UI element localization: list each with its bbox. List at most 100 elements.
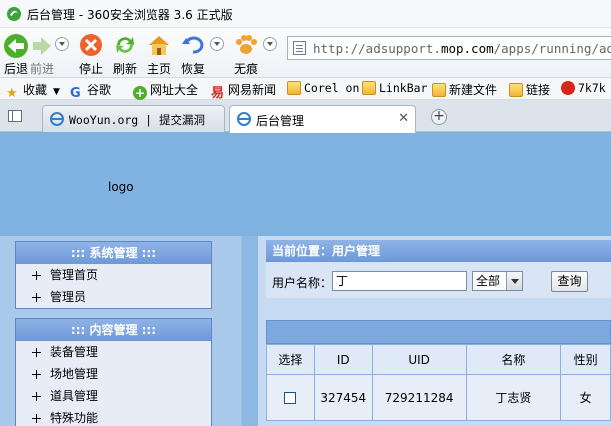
filter-select[interactable]: 全部	[472, 271, 523, 291]
menu-item-administrators[interactable]: 管理员	[16, 286, 211, 308]
page-content: logo ::: 系统管理 ::: 管理首页 管理员 ::: 内容管理 ::: …	[0, 133, 611, 426]
username-input[interactable]: 丁	[332, 271, 467, 291]
user-table: 选择 ID UID 名称 性别 327454 729211284 丁志贤 女	[266, 344, 611, 421]
search-button[interactable]: 查询	[551, 271, 588, 292]
table-header-row: 选择 ID UID 名称 性别	[266, 344, 611, 375]
forward-button[interactable]: 前进	[28, 30, 56, 76]
search-form: 用户名称： 丁 全部 查询	[266, 262, 611, 298]
restore-label: 恢复	[180, 62, 205, 76]
content-menu-panel: ::: 内容管理 ::: 装备管理 场地管理 道具管理 特殊功能	[15, 318, 212, 426]
tab-admin[interactable]: 后台管理 ✕	[229, 105, 416, 133]
restore-dropdown-icon[interactable]	[210, 37, 224, 51]
main-panel: 当前位置：用户管理 用户名称： 丁 全部 查询 选择 ID UID 名称 性别 …	[258, 236, 611, 426]
add-circle-icon: +	[133, 86, 147, 100]
folder-icon	[287, 81, 301, 95]
incognito-dropdown-icon[interactable]	[263, 37, 277, 51]
panel-title: ::: 系统管理 :::	[16, 242, 211, 264]
menu-item-venue[interactable]: 场地管理	[16, 363, 211, 385]
close-tab-icon[interactable]: ✕	[398, 112, 409, 126]
id-cell: 327454	[313, 374, 373, 421]
nav-toolbar: 后退 前进 停止 刷新 主页 恢复 无痕 http://adsupport.mo…	[0, 28, 611, 78]
refresh-icon	[116, 37, 134, 53]
home-icon	[149, 36, 169, 55]
tab-label: WooYun.org | 提交漏洞	[69, 113, 206, 127]
name-cell: 丁志贤	[465, 374, 562, 421]
google-icon: G	[70, 86, 81, 101]
menu-item-admin-home[interactable]: 管理首页	[16, 264, 211, 286]
stop-icon	[80, 34, 102, 56]
new-tab-icon[interactable]: +	[431, 109, 447, 125]
tab-label: 后台管理	[256, 114, 305, 128]
url-text: http://adsupport.mop.com/apps/running/ad…	[313, 41, 611, 56]
home-button[interactable]: 主页	[142, 30, 176, 76]
tab-bar: WooYun.org | 提交漏洞 后台管理 ✕ +	[0, 100, 611, 133]
favorite-folder[interactable]: LinkBar	[362, 81, 427, 97]
folder-icon	[432, 83, 446, 97]
system-menu-panel: ::: 系统管理 ::: 管理首页 管理员	[15, 241, 212, 309]
bullet-icon	[32, 348, 41, 357]
incognito-paw-icon	[236, 35, 257, 54]
favorite-folder[interactable]: 链接	[509, 81, 550, 97]
left-menu-column: ::: 系统管理 ::: 管理首页 管理员 ::: 内容管理 ::: 装备管理 …	[0, 236, 241, 426]
column-header: 选择	[266, 344, 315, 375]
menu-item-special[interactable]: 特殊功能	[16, 407, 211, 426]
filter-select-value: 全部	[476, 274, 501, 288]
restore-icon	[182, 36, 204, 54]
favorite-folder[interactable]: 新建文件	[432, 81, 497, 97]
stop-button[interactable]: 停止	[74, 30, 108, 76]
favorite-item[interactable]: 易网易新闻	[211, 81, 276, 101]
chevron-down-icon	[506, 272, 522, 290]
bullet-icon	[32, 414, 41, 423]
breadcrumb: 当前位置：用户管理	[266, 240, 611, 262]
column-header: 名称	[465, 344, 562, 375]
site-logo: logo	[108, 180, 134, 194]
netease-icon: 易	[211, 86, 225, 101]
favorites-menu-button[interactable]: ★ 收藏 ▼	[6, 81, 60, 101]
page-icon	[293, 41, 306, 55]
username-label: 用户名称：	[272, 276, 333, 290]
folder-icon	[362, 81, 376, 95]
stop-label: 停止	[78, 62, 103, 76]
favorites-bar: ★ 收藏 ▼ G 谷歌 + 网址大全 易网易新闻 Corel on LinkBar 新建…	[0, 78, 611, 101]
balloon-icon	[561, 81, 575, 95]
bullet-icon	[32, 293, 41, 302]
menu-item-props[interactable]: 道具管理	[16, 385, 211, 407]
table-header-bar	[266, 320, 611, 344]
title-bar: 后台管理 - 360安全浏览器 3.6 正式版	[0, 0, 611, 28]
table-row: 327454 729211284 丁志贤 女	[266, 374, 611, 421]
row-checkbox[interactable]	[284, 392, 297, 404]
favorite-item[interactable]: 7k7k	[561, 81, 606, 97]
window-title: 后台管理 - 360安全浏览器 3.6 正式版	[27, 8, 233, 22]
address-bar[interactable]: http://adsupport.mop.com/apps/running/ad…	[287, 36, 611, 60]
refresh-label: 刷新	[112, 62, 137, 76]
ie-page-icon	[50, 112, 64, 126]
back-arrow-icon	[4, 34, 28, 58]
incognito-label: 无痕	[233, 62, 258, 76]
favorite-folder[interactable]: Corel on	[287, 81, 359, 97]
tab-wooyun[interactable]: WooYun.org | 提交漏洞	[42, 105, 225, 132]
refresh-button[interactable]: 刷新	[108, 30, 142, 76]
menu-item-equipment[interactable]: 装备管理	[16, 341, 211, 363]
forward-arrow-icon	[33, 37, 51, 55]
column-header: ID	[313, 344, 373, 375]
select-cell	[266, 374, 315, 421]
history-dropdown-icon[interactable]	[55, 37, 69, 51]
restore-button[interactable]: 恢复	[176, 30, 210, 76]
frame-divider[interactable]	[241, 236, 258, 426]
home-label: 主页	[146, 62, 171, 76]
sidebar-toggle-icon[interactable]	[8, 110, 22, 122]
uid-cell: 729211284	[371, 374, 467, 421]
forward-label: 前进	[29, 62, 54, 76]
column-header: 性别	[560, 344, 611, 375]
panel-title: ::: 内容管理 :::	[16, 319, 211, 341]
star-icon: ★	[6, 86, 18, 101]
favorite-item[interactable]: + 网址大全	[133, 81, 198, 100]
favorite-item[interactable]: G 谷歌	[70, 81, 111, 101]
bullet-icon	[32, 271, 41, 280]
incognito-button[interactable]: 无痕	[229, 30, 263, 76]
folder-icon	[509, 83, 523, 97]
gender-cell: 女	[560, 374, 611, 421]
ie-page-icon	[237, 112, 251, 126]
column-header: UID	[371, 344, 467, 375]
browser-logo-icon	[7, 7, 21, 21]
